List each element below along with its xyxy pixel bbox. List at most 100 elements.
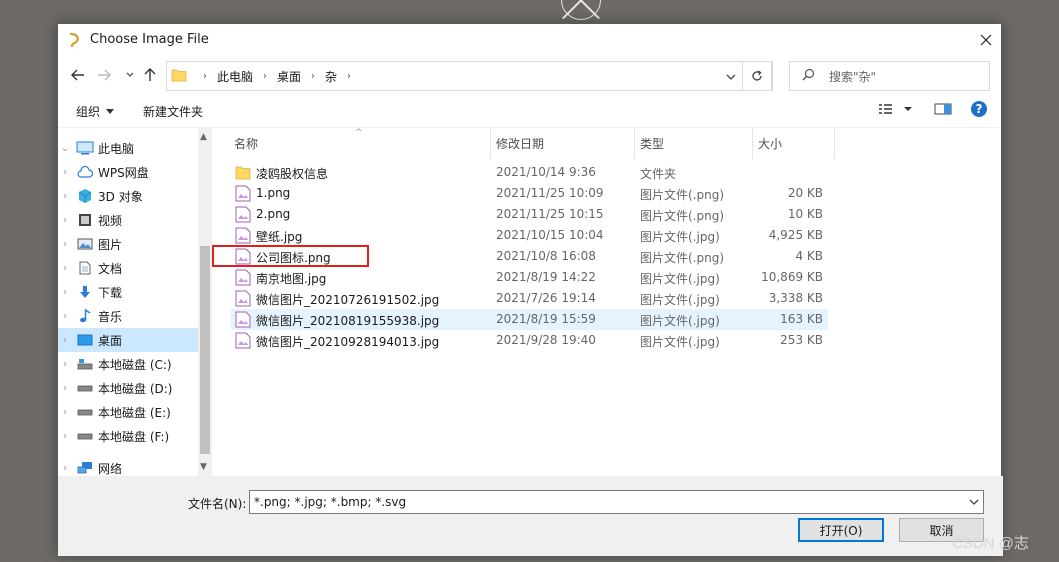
file-row[interactable]: 微信图片_20210928194013.jpg 2021/9/28 19:40 … xyxy=(231,330,828,351)
nav-item-this-pc[interactable]: ⌄ 此电脑 xyxy=(58,136,198,160)
nav-item-label: 下载 xyxy=(98,285,123,300)
watermark-text: CSDN @志 xyxy=(952,535,1029,552)
up-button[interactable] xyxy=(138,63,162,87)
file-row[interactable]: 2.png 2021/11/25 10:15 图片文件(.png) 10 KB xyxy=(231,204,828,225)
expand-chevron-icon[interactable]: › xyxy=(58,407,72,418)
scroll-down-icon[interactable]: ▼ xyxy=(200,462,207,472)
file-type: 图片文件(.png) xyxy=(640,251,725,265)
file-dialog: Choose Image File › 此电脑 › 桌面 › 杂 › 搜索"杂"… xyxy=(57,23,1003,556)
content-area: ⌄ 此电脑 › WPS网盘 › 3D 对象 › 视频 › 图片 › 文档 › 下… xyxy=(58,128,1003,476)
expand-chevron-icon[interactable]: ⌄ xyxy=(58,143,72,154)
preview-pane-button[interactable] xyxy=(934,102,952,119)
image-file-icon xyxy=(235,206,251,223)
video-icon xyxy=(76,212,94,228)
close-button[interactable] xyxy=(971,24,1001,55)
file-type: 图片文件(.jpg) xyxy=(640,293,720,307)
expand-chevron-icon[interactable]: › xyxy=(58,311,72,322)
expand-chevron-icon[interactable]: › xyxy=(58,463,72,474)
expand-chevron-icon[interactable]: › xyxy=(58,287,72,298)
filename-input[interactable]: *.png; *.jpg; *.bmp; *.svg xyxy=(249,490,984,514)
view-options-button[interactable] xyxy=(878,102,916,119)
new-folder-button[interactable]: 新建文件夹 xyxy=(143,103,203,120)
caret-down-icon xyxy=(106,109,115,114)
file-date: 2021/9/28 19:40 xyxy=(496,333,596,347)
scrollbar-thumb[interactable] xyxy=(200,246,210,454)
nav-item-documents[interactable]: › 文档 xyxy=(58,256,198,280)
file-name: 2.png xyxy=(256,207,291,221)
background-crosshair-icon xyxy=(561,0,601,20)
address-dropdown-button[interactable] xyxy=(726,70,736,84)
drive-icon xyxy=(76,380,94,396)
column-header-type[interactable]: 类型 xyxy=(635,128,753,159)
file-row[interactable]: 南京地图.jpg 2021/8/19 14:22 图片文件(.jpg) 10,8… xyxy=(231,267,828,288)
nav-item-pictures[interactable]: › 图片 xyxy=(58,232,198,256)
breadcrumb-desktop[interactable]: 桌面 xyxy=(277,68,301,85)
preview-pane-icon xyxy=(934,103,952,115)
open-button[interactable]: 打开(O) xyxy=(798,518,884,542)
music-icon xyxy=(76,308,94,324)
file-size: 163 KB xyxy=(780,312,823,326)
nav-scrollbar[interactable]: ▲ ▼ xyxy=(198,128,211,476)
file-row[interactable]: 壁纸.jpg 2021/10/15 10:04 图片文件(.jpg) 4,925… xyxy=(231,225,828,246)
expand-chevron-icon[interactable]: › xyxy=(58,215,72,226)
expand-chevron-icon[interactable]: › xyxy=(58,383,72,394)
breadcrumb-misc[interactable]: 杂 xyxy=(325,68,337,85)
column-header-size[interactable]: 大小 xyxy=(753,128,835,159)
breadcrumb-this-pc[interactable]: 此电脑 xyxy=(217,68,253,85)
nav-item-music[interactable]: › 音乐 xyxy=(58,304,198,328)
nav-item-network[interactable]: › 网络 xyxy=(58,456,198,476)
nav-item-label: 本地磁盘 (C:) xyxy=(98,357,172,372)
organize-button[interactable]: 组织 xyxy=(76,103,115,120)
file-row[interactable]: 凌鸥股权信息 2021/10/14 9:36 文件夹 xyxy=(231,162,828,183)
file-type: 图片文件(.jpg) xyxy=(640,230,720,244)
expand-chevron-icon[interactable]: › xyxy=(58,335,72,346)
svg-text:?: ? xyxy=(976,102,983,116)
folder-icon xyxy=(235,166,251,180)
expand-chevron-icon[interactable]: › xyxy=(58,359,72,370)
back-button[interactable] xyxy=(66,63,90,87)
file-size: 4,925 KB xyxy=(768,228,823,242)
file-name: 南京地图.jpg xyxy=(256,272,327,286)
file-size: 253 KB xyxy=(780,333,823,347)
scroll-up-icon[interactable]: ▲ xyxy=(200,132,207,142)
nav-item-3d-objects[interactable]: › 3D 对象 xyxy=(58,184,198,208)
nav-item-desktop[interactable]: › 桌面 xyxy=(58,328,198,352)
nav-item-drive-f[interactable]: › 本地磁盘 (F:) xyxy=(58,424,198,448)
file-row-hovered[interactable]: 微信图片_20210819155938.jpg 2021/8/19 15:59 … xyxy=(231,309,828,330)
search-input[interactable]: 搜索"杂" xyxy=(789,61,990,91)
nav-item-videos[interactable]: › 视频 xyxy=(58,208,198,232)
filename-label: 文件名(N): xyxy=(188,497,247,511)
search-icon xyxy=(802,68,815,84)
file-name: 微信图片_20210819155938.jpg xyxy=(256,314,440,328)
file-row[interactable]: 1.png 2021/11/25 10:09 图片文件(.png) 20 KB xyxy=(231,183,828,204)
filename-dropdown-button[interactable] xyxy=(969,495,979,509)
expand-chevron-icon[interactable]: › xyxy=(58,263,72,274)
column-header-date[interactable]: 修改日期 xyxy=(491,128,635,159)
nav-item-downloads[interactable]: › 下载 xyxy=(58,280,198,304)
expand-chevron-icon[interactable]: › xyxy=(58,167,72,178)
expand-chevron-icon[interactable]: › xyxy=(58,431,72,442)
arrow-up-icon xyxy=(144,68,156,81)
nav-item-label: WPS网盘 xyxy=(98,165,149,180)
nav-item-wps-cloud[interactable]: › WPS网盘 xyxy=(58,160,198,184)
desktop-icon xyxy=(76,332,94,348)
forward-button[interactable] xyxy=(92,63,116,87)
file-size: 10,869 KB xyxy=(761,270,823,284)
file-row[interactable]: 微信图片_20210726191502.jpg 2021/7/26 19:14 … xyxy=(231,288,828,309)
refresh-button[interactable] xyxy=(742,61,772,91)
address-bar[interactable]: › 此电脑 › 桌面 › 杂 › xyxy=(166,61,773,91)
file-date: 2021/10/15 10:04 xyxy=(496,228,604,242)
expand-chevron-icon[interactable]: › xyxy=(58,191,72,202)
expand-chevron-icon[interactable]: › xyxy=(58,239,72,250)
nav-item-drive-c[interactable]: › 本地磁盘 (C:) xyxy=(58,352,198,376)
column-header-name[interactable]: 名称 xyxy=(215,128,491,159)
nav-item-drive-e[interactable]: › 本地磁盘 (E:) xyxy=(58,400,198,424)
nav-item-label: 本地磁盘 (D:) xyxy=(98,381,173,396)
nav-item-label: 本地磁盘 (E:) xyxy=(98,405,171,420)
image-file-icon xyxy=(235,269,251,286)
file-size: 4 KB xyxy=(795,249,823,263)
nav-item-drive-d[interactable]: › 本地磁盘 (D:) xyxy=(58,376,198,400)
column-header-label: 修改日期 xyxy=(496,137,545,151)
file-date: 2021/7/26 19:14 xyxy=(496,291,596,305)
help-button[interactable]: ? xyxy=(970,100,988,121)
